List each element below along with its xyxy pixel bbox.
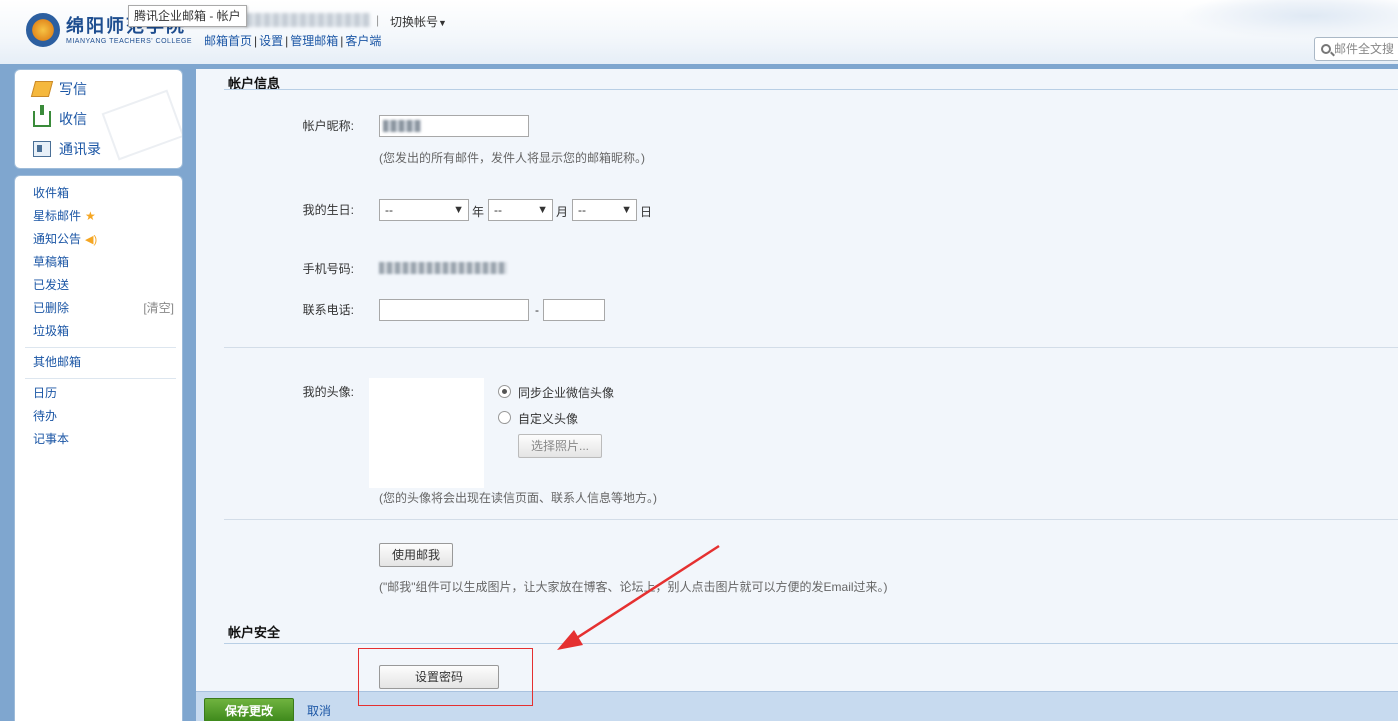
logo-english: MIANYANG TEACHERS' COLLEGE	[66, 38, 193, 45]
envelope-watermark	[101, 89, 182, 161]
receive-button[interactable]: 收信	[33, 105, 87, 130]
sidebar-folder-list: 收件箱 星标邮件 ★ 通知公告 ◀) 草稿箱 已发送 已删除 [清空] 垃圾箱 其他…	[14, 175, 183, 721]
phone-dash: -	[535, 303, 539, 317]
avatar-sync-label[interactable]: 同步企业微信头像	[518, 384, 614, 401]
nickname-value-redacted	[383, 120, 421, 132]
link-settings[interactable]: 设置	[259, 34, 283, 48]
compose-icon	[30, 81, 54, 97]
cancel-link[interactable]: 取消	[307, 702, 331, 719]
account-email-redacted	[246, 13, 370, 27]
sidebar-item-junk[interactable]: 垃圾箱	[33, 322, 69, 340]
divider	[224, 519, 1398, 520]
clear-deleted-link[interactable]: [清空]	[143, 299, 174, 317]
inbox-download-icon	[33, 105, 51, 127]
sidebar-item-sent[interactable]: 已发送	[33, 276, 69, 294]
avatar-custom-radio[interactable]	[498, 411, 511, 424]
sidebar-item-todo[interactable]: 待办	[33, 407, 57, 425]
sidebar-divider	[25, 347, 176, 348]
month-unit: 月	[556, 205, 569, 219]
header-nav: 邮箱首页 | 设置 | 管理邮箱 | 客户端	[204, 34, 382, 48]
search-input[interactable]: 邮件全文搜	[1314, 37, 1398, 61]
star-icon: ★	[85, 209, 96, 223]
mobile-value-redacted	[379, 262, 507, 274]
section-title-account-security: 帐户安全	[228, 625, 281, 640]
save-changes-button[interactable]: 保存更改	[204, 698, 294, 721]
year-unit: 年	[472, 205, 485, 219]
header-separator: |	[376, 13, 380, 27]
college-seal-icon	[26, 13, 60, 47]
sidebar-item-calendar[interactable]: 日历	[33, 384, 57, 402]
sidebar-actions-panel: 写信 收信 通讯录	[14, 69, 183, 169]
day-unit: 日	[640, 205, 653, 219]
section-divider	[224, 643, 1398, 644]
sidebar-item-inbox[interactable]: 收件箱	[33, 184, 69, 202]
phone-area-input[interactable]	[379, 299, 529, 321]
nickname-input[interactable]	[379, 115, 529, 137]
link-mail-home[interactable]: 邮箱首页	[204, 34, 252, 48]
phone-label: 联系电话:	[302, 303, 354, 317]
mailme-hint: ("邮我"组件可以生成图片，让大家放在博客、论坛上，别人点击图片就可以方便的发E…	[379, 580, 888, 594]
avatar-preview	[369, 378, 484, 488]
chevron-down-icon: ▼	[537, 204, 548, 216]
notices-label: 通知公告	[33, 232, 82, 246]
contacts-label: 通讯录	[59, 141, 101, 157]
chevron-down-icon: ▼	[621, 204, 632, 216]
avatar-label: 我的头像:	[302, 385, 354, 399]
birth-month-select[interactable]: -- ▼	[488, 199, 553, 221]
phone-number-input[interactable]	[543, 299, 605, 321]
sidebar-item-notes[interactable]: 记事本	[33, 430, 69, 448]
birth-year-select[interactable]: -- ▼	[379, 199, 469, 221]
link-client[interactable]: 客户端	[345, 34, 381, 48]
birth-month-value: --	[494, 203, 502, 217]
top-header: 绵阳师范学院 MIANYANG TEACHERS' COLLEGE 腾讯企业邮箱…	[0, 0, 1398, 64]
section-divider	[224, 89, 1398, 90]
switch-account-menu[interactable]: 切换帐号▼	[390, 13, 447, 30]
birth-day-select[interactable]: -- ▼	[572, 199, 637, 221]
sidebar-item-other-mail[interactable]: 其他邮箱	[33, 353, 81, 371]
account-settings-panel: 帐户信息 帐户昵称: (您发出的所有邮件，发件人将显示您的邮箱昵称。) 我的生日…	[196, 69, 1398, 691]
divider	[224, 347, 1398, 348]
search-icon	[1321, 44, 1331, 54]
sidebar-item-starred[interactable]: 星标邮件 ★	[33, 207, 96, 225]
nickname-hint: (您发出的所有邮件，发件人将显示您的邮箱昵称。)	[379, 151, 645, 165]
compose-label: 写信	[59, 81, 87, 97]
birth-day-value: --	[578, 203, 586, 217]
highlight-box	[358, 648, 533, 706]
sidebar-item-notices[interactable]: 通知公告 ◀)	[33, 230, 97, 248]
search-placeholder: 邮件全文搜	[1334, 42, 1395, 56]
speaker-icon: ◀)	[85, 234, 98, 246]
link-manage-mail[interactable]: 管理邮箱	[290, 34, 338, 48]
sidebar-item-deleted[interactable]: 已删除	[33, 299, 69, 317]
mailme-button[interactable]: 使用邮我	[379, 543, 453, 567]
sidebar-item-drafts[interactable]: 草稿箱	[33, 253, 69, 271]
switch-account-label: 切换帐号	[390, 15, 439, 29]
contacts-icon	[33, 141, 51, 157]
nickname-label: 帐户昵称:	[302, 119, 354, 133]
dropdown-arrow-icon: ▼	[438, 18, 447, 28]
choose-photo-button[interactable]: 选择照片...	[518, 434, 602, 458]
avatar-custom-label[interactable]: 自定义头像	[518, 410, 578, 427]
birthday-label: 我的生日:	[302, 203, 354, 217]
header-cloud-decoration	[1178, 0, 1398, 40]
compose-button[interactable]: 写信	[30, 78, 87, 100]
mobile-label: 手机号码:	[302, 262, 354, 276]
receive-label: 收信	[59, 111, 87, 127]
sidebar-divider	[25, 378, 176, 379]
avatar-sync-radio[interactable]	[498, 385, 511, 398]
avatar-hint: (您的头像将会出现在读信页面、联系人信息等地方。)	[379, 491, 657, 505]
contacts-button[interactable]: 通讯录	[33, 138, 101, 160]
birth-year-value: --	[385, 203, 393, 217]
chevron-down-icon: ▼	[453, 204, 464, 216]
page-tooltip: 腾讯企业邮箱 - 帐户	[128, 5, 247, 27]
starred-label: 星标邮件	[33, 209, 82, 223]
